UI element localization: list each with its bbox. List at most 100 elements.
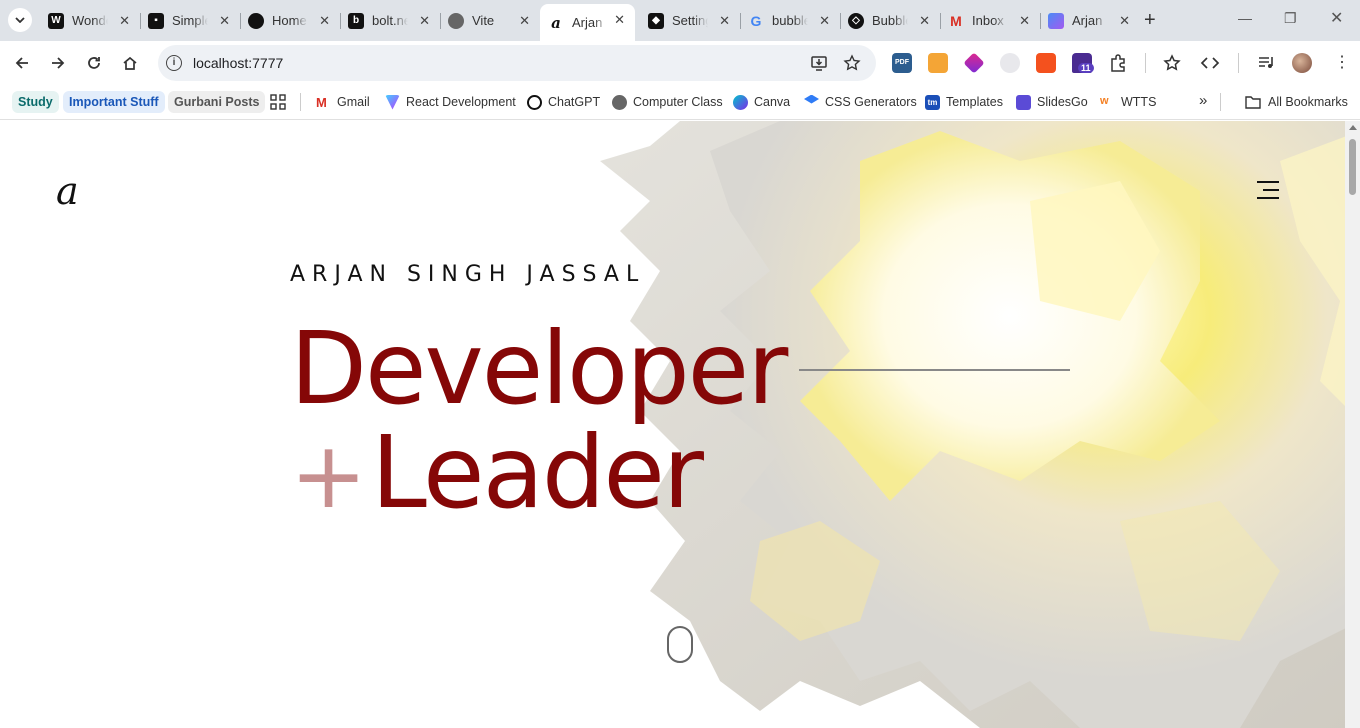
arrow-right-icon <box>52 57 65 69</box>
close-icon[interactable]: ✕ <box>319 13 330 29</box>
close-icon[interactable]: ✕ <box>219 13 230 29</box>
page-viewport: a ARJAN SINGH JASSAL Developer +Leader <box>0 121 1345 728</box>
google-logo-icon: G <box>750 12 762 29</box>
bookmark-slidesgo[interactable]: SlidesGo <box>1016 91 1088 113</box>
chatgpt-icon <box>527 94 542 110</box>
scroll-up-icon[interactable] <box>1349 125 1357 130</box>
close-icon[interactable]: ✕ <box>614 12 625 28</box>
media-control-icon[interactable] <box>1256 53 1276 73</box>
tab-title: Inbox <box>972 13 1004 28</box>
bookmark-study[interactable]: Study <box>12 91 59 113</box>
tab-0[interactable]: W Wonderful ✕ <box>40 5 141 36</box>
bookmark-chatgpt[interactable]: ChatGPT <box>527 91 600 113</box>
bookmark-templates[interactable]: tm Templates <box>925 91 1003 113</box>
decorative-divider <box>799 369 1070 371</box>
arrow-left-icon <box>15 57 28 69</box>
bookmark-important-stuff[interactable]: Important Stuff <box>63 91 165 113</box>
new-tab-button[interactable]: + <box>1144 9 1156 32</box>
bookmark-css-generators[interactable]: CSS Generators <box>804 91 917 113</box>
folder-icon <box>1245 96 1261 109</box>
address-bar[interactable]: i localhost:7777 <box>158 45 876 81</box>
tab-2[interactable]: Home ✕ <box>240 5 341 36</box>
restore-icon[interactable]: ❐ <box>1284 10 1297 27</box>
tab-4[interactable]: Vite ✕ <box>440 5 540 36</box>
w-logo-icon: W <box>48 12 64 29</box>
hero-headline: Developer +Leader <box>290 310 788 531</box>
minimize-icon[interactable]: — <box>1238 10 1252 26</box>
url-text[interactable]: localhost:7777 <box>193 55 283 71</box>
bolt-logo-icon: b <box>348 12 364 29</box>
site-logo[interactable]: a <box>56 169 79 213</box>
tab-search-button[interactable] <box>8 8 32 32</box>
square-logo-icon: ▪ <box>148 12 164 29</box>
tab-title: Bubble <box>872 13 908 28</box>
scrollbar-thumb[interactable] <box>1349 139 1356 195</box>
tab-1[interactable]: ▪ Simple ✕ <box>140 5 241 36</box>
headline-line-2: +Leader <box>290 414 704 531</box>
site-info-icon[interactable]: i <box>166 55 182 71</box>
tab-8[interactable]: ◇ Bubble ✕ <box>840 5 941 36</box>
wtts-icon: w <box>1100 94 1109 107</box>
bookmark-wtts[interactable]: w WTTS <box>1100 91 1156 113</box>
circle-logo-icon <box>248 12 264 29</box>
close-icon[interactable]: ✕ <box>719 13 730 29</box>
tab-3[interactable]: b bolt.new ✕ <box>340 5 441 36</box>
settings-logo-icon: ◆ <box>648 12 664 29</box>
bookmarks-bar: Study Important Stuff Gurbani Posts M Gma… <box>0 85 1360 120</box>
install-app-icon[interactable] <box>810 54 828 72</box>
home-icon <box>123 56 137 70</box>
canva-icon <box>733 94 748 110</box>
extension-badge-count: 11 <box>1078 63 1094 73</box>
extensions-puzzle-icon[interactable] <box>1108 53 1128 73</box>
hamburger-menu-icon[interactable] <box>1257 181 1279 199</box>
tab-title: Wonderful <box>72 13 108 28</box>
plus-icon: + <box>290 422 367 529</box>
tab-title: Vite <box>472 13 495 28</box>
headline-line-1: Developer <box>290 310 788 427</box>
tm-icon: tm <box>925 94 940 110</box>
tab-9[interactable]: M Inbox ✕ <box>940 5 1041 36</box>
menu-kebab-icon[interactable]: ⋮ <box>1334 53 1350 73</box>
tab-title: Arjan <box>572 15 603 30</box>
bookmark-react-development[interactable]: React Development <box>385 91 516 113</box>
more-bookmarks-icon[interactable]: » <box>1199 92 1207 109</box>
tab-10[interactable]: Arjan ✕ <box>1040 5 1140 36</box>
bookmark-computer-class[interactable]: Computer Class <box>612 91 723 113</box>
scroll-mouse-icon[interactable] <box>667 626 693 663</box>
extension-cube-icon[interactable] <box>963 52 985 74</box>
apps-grid-icon[interactable] <box>270 94 286 110</box>
profile-avatar[interactable] <box>1292 53 1312 73</box>
close-icon[interactable]: ✕ <box>519 13 530 29</box>
bookmark-star-icon[interactable] <box>843 54 861 72</box>
home-button[interactable] <box>120 53 140 73</box>
all-bookmarks-button[interactable]: All Bookmarks <box>1245 91 1348 113</box>
extension-globe-icon[interactable] <box>1000 53 1020 73</box>
tab-7[interactable]: G bubble ✕ <box>740 5 841 36</box>
forward-button[interactable] <box>48 53 68 73</box>
code-icon[interactable] <box>1200 53 1220 73</box>
back-button[interactable] <box>12 53 32 73</box>
tab-title: bubble <box>772 13 808 28</box>
codepen-logo-icon: ◇ <box>848 12 864 29</box>
bookmark-gurbani-posts[interactable]: Gurbani Posts <box>168 91 266 113</box>
close-icon[interactable]: ✕ <box>919 13 930 29</box>
tab-5-active[interactable]: a Arjan ✕ <box>540 4 635 41</box>
extension-percent-icon[interactable] <box>1036 53 1056 73</box>
page-scrollbar[interactable] <box>1345 121 1360 728</box>
favorites-icon[interactable] <box>1162 53 1182 73</box>
pdf-extension-icon[interactable]: PDF <box>892 53 912 73</box>
close-icon[interactable]: ✕ <box>1119 13 1130 29</box>
tab-6[interactable]: ◆ Settings ✕ <box>640 5 741 36</box>
close-icon[interactable]: ✕ <box>819 13 830 29</box>
site-owner-name: ARJAN SINGH JASSAL <box>290 262 646 287</box>
globe-icon <box>612 94 627 110</box>
extension-orange-icon[interactable] <box>928 53 948 73</box>
window-close-icon[interactable]: ✕ <box>1330 8 1343 28</box>
tab-strip: W Wonderful ✕ ▪ Simple ✕ Home ✕ b bolt.n… <box>0 0 1360 41</box>
reload-button[interactable] <box>84 53 104 73</box>
close-icon[interactable]: ✕ <box>1019 13 1030 29</box>
close-icon[interactable]: ✕ <box>119 13 130 29</box>
close-icon[interactable]: ✕ <box>419 13 430 29</box>
bookmark-canva[interactable]: Canva <box>733 91 790 113</box>
bookmark-gmail[interactable]: M Gmail <box>316 91 370 113</box>
